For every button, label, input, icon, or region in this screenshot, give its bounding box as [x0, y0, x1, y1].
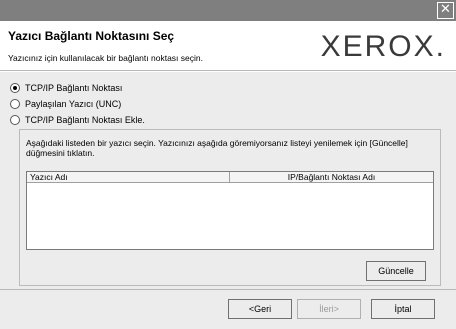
title-bar: ✕ — [0, 0, 456, 21]
xerox-logo: XEROX. — [320, 30, 446, 63]
close-button[interactable]: ✕ — [437, 2, 454, 19]
column-header-printer-name[interactable]: Yazıcı Adı — [27, 172, 230, 182]
refresh-button[interactable]: Güncelle — [366, 261, 426, 281]
radio-checked-icon[interactable] — [10, 82, 20, 93]
wizard-body: TCP/IP Bağlantı Noktası Paylaşılan Yazıc… — [0, 72, 456, 289]
wizard-header: Yazıcı Bağlantı Noktasını Seç Yazıcınız … — [0, 21, 456, 71]
page-title: Yazıcı Bağlantı Noktasını Seç — [8, 29, 175, 43]
option-shared-printer[interactable]: Paylaşılan Yazıcı (UNC) — [10, 97, 121, 110]
option-label: TCP/IP Bağlantı Noktası Ekle. — [25, 114, 145, 125]
printer-selection-group: Aşağıdaki listeden bir yazıcı seçin. Yaz… — [19, 129, 441, 286]
instruction-text: Aşağıdaki listeden bir yazıcı seçin. Yaz… — [26, 138, 408, 158]
option-label: TCP/IP Bağlantı Noktası — [25, 82, 123, 93]
back-button[interactable]: <Geri — [228, 299, 292, 319]
radio-unchecked-icon[interactable] — [10, 114, 20, 125]
option-tcpip-port[interactable]: TCP/IP Bağlantı Noktası — [10, 81, 122, 94]
next-button[interactable]: İleri> — [297, 299, 361, 319]
wizard-footer: <Geri İleri> İptal — [0, 289, 456, 329]
option-add-tcpip-port[interactable]: TCP/IP Bağlantı Noktası Ekle. — [10, 113, 145, 126]
list-header: Yazıcı Adı IP/Bağlantı Noktası Adı — [27, 172, 433, 183]
close-icon: ✕ — [440, 2, 451, 17]
printer-list[interactable]: Yazıcı Adı IP/Bağlantı Noktası Adı — [26, 171, 434, 250]
cancel-button[interactable]: İptal — [371, 299, 435, 319]
option-label: Paylaşılan Yazıcı (UNC) — [25, 98, 122, 109]
page-subtitle: Yazıcınız için kullanılacak bir bağlantı… — [8, 53, 203, 63]
radio-unchecked-icon[interactable] — [10, 98, 20, 109]
column-header-ip-port-name[interactable]: IP/Bağlantı Noktası Adı — [230, 172, 433, 182]
